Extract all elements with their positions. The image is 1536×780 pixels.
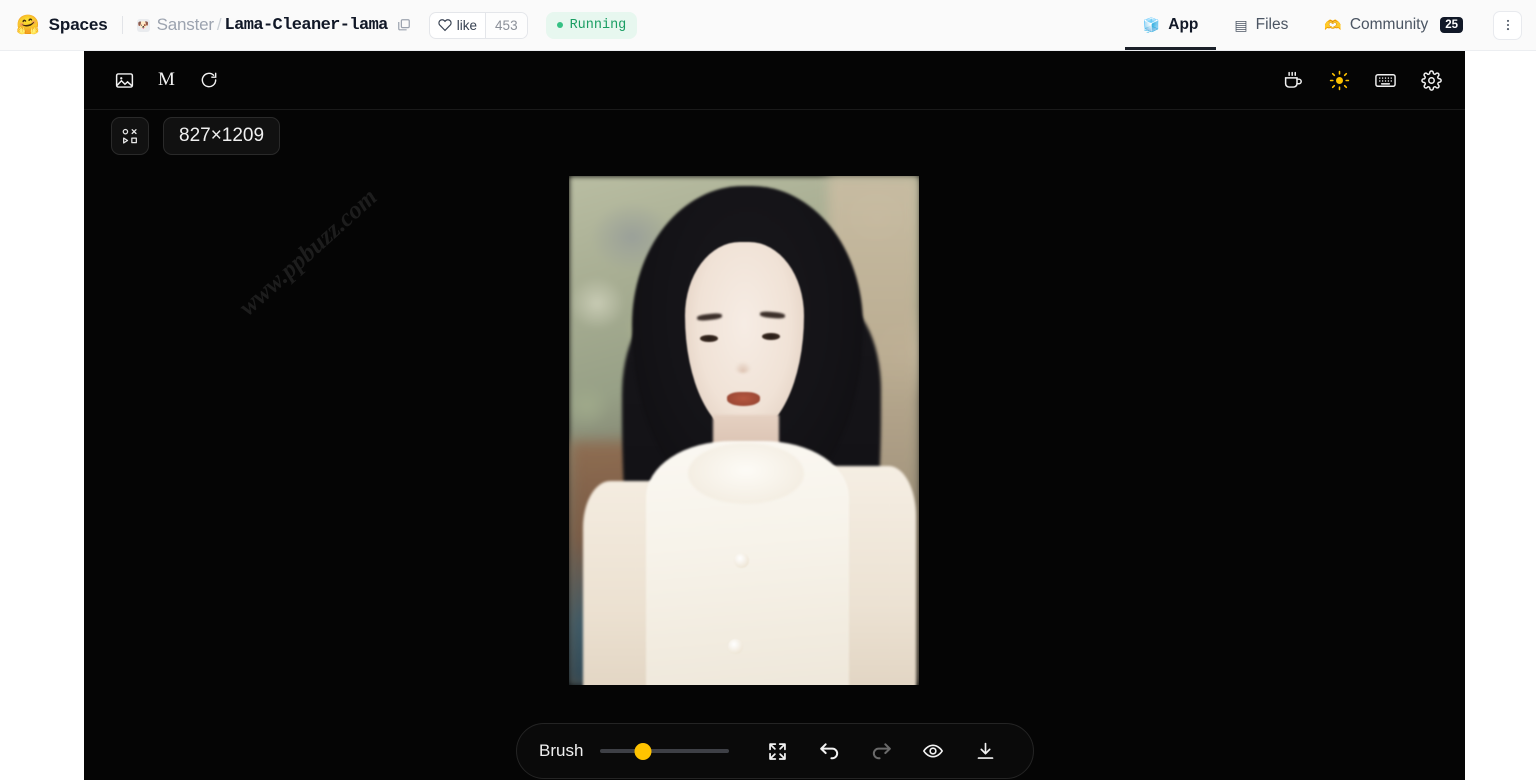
editor-actions xyxy=(751,731,1011,771)
header-divider xyxy=(121,16,123,34)
coffee-icon[interactable] xyxy=(1281,68,1305,92)
like-label: like xyxy=(456,17,478,33)
like-count[interactable]: 453 xyxy=(485,12,527,38)
undo-icon[interactable] xyxy=(803,731,855,771)
status-dot-icon xyxy=(556,22,563,28)
header-nav-tabs: 🧊 App ▤ Files 🫶 Community 25 xyxy=(1124,0,1536,50)
app-cube-icon: 🧊 xyxy=(1142,16,1161,33)
header-left-group: 🤗 Spaces 🐶 Sanster / Lama-Cleaner-lama l… xyxy=(0,11,638,39)
brush-size-slider[interactable] xyxy=(600,742,729,760)
gear-icon[interactable] xyxy=(1419,68,1443,92)
model-m-label[interactable]: M xyxy=(158,69,175,91)
status-badge: Running xyxy=(545,11,638,39)
sun-icon[interactable] xyxy=(1327,68,1351,92)
eye-icon[interactable] xyxy=(907,731,959,771)
repo-name-link[interactable]: Lama-Cleaner-lama xyxy=(225,16,389,35)
app-toolbar-left: M xyxy=(112,68,221,92)
download-icon[interactable] xyxy=(959,731,1011,771)
huggingface-header: 🤗 Spaces 🐶 Sanster / Lama-Cleaner-lama l… xyxy=(0,0,1536,51)
status-label: Running xyxy=(569,17,627,33)
shapes-grid-icon[interactable] xyxy=(111,117,149,155)
tab-community-label: Community xyxy=(1349,16,1429,33)
slider-thumb[interactable] xyxy=(634,742,652,760)
photo-scarf-knot xyxy=(688,443,804,505)
slider-track xyxy=(600,749,729,753)
tab-app-label: App xyxy=(1168,16,1199,33)
image-dimensions-badge: 827×1209 xyxy=(163,117,281,155)
portrait-photo xyxy=(569,176,919,685)
image-canvas[interactable] xyxy=(569,176,919,685)
spaces-brand-link[interactable]: Spaces xyxy=(49,15,108,35)
community-hands-icon: 🫶 xyxy=(1324,16,1342,33)
photo-lips xyxy=(726,392,760,406)
breadcrumb-separator: / xyxy=(216,15,222,34)
copy-icon[interactable] xyxy=(397,18,411,32)
tab-app[interactable]: 🧊 App xyxy=(1124,0,1217,50)
brush-label: Brush xyxy=(539,741,584,760)
tab-community[interactable]: 🫶 Community 25 xyxy=(1306,0,1481,50)
huggingface-logo-icon[interactable]: 🤗 xyxy=(16,16,40,35)
files-list-icon: ▤ xyxy=(1234,16,1248,33)
keyboard-icon[interactable] xyxy=(1373,68,1397,92)
like-button[interactable]: like xyxy=(430,13,485,38)
fullscreen-icon[interactable] xyxy=(751,731,803,771)
watermark-text: www.ppbuzz.com xyxy=(234,183,383,322)
space-app-frame: M 827×1209 www.ppbuzz.com Brush xyxy=(84,51,1465,780)
app-toolbar-right xyxy=(1281,68,1443,92)
like-group: like 453 xyxy=(428,11,528,39)
more-vertical-icon[interactable] xyxy=(1493,10,1522,40)
image-icon[interactable] xyxy=(112,68,136,92)
tab-files[interactable]: ▤ Files xyxy=(1216,0,1306,50)
owner-link[interactable]: Sanster xyxy=(157,15,214,35)
refresh-icon[interactable] xyxy=(197,68,221,92)
editor-bottom-toolbar: Brush xyxy=(516,723,1034,779)
photo-nose xyxy=(735,361,751,373)
heart-icon xyxy=(438,19,452,32)
app-toolbar: M xyxy=(84,51,1465,110)
canvas-info-row: 827×1209 xyxy=(111,117,281,155)
tab-files-label: Files xyxy=(1255,16,1289,33)
redo-icon[interactable] xyxy=(855,731,907,771)
owner-avatar[interactable]: 🐶 xyxy=(136,18,150,32)
community-count-badge: 25 xyxy=(1440,17,1463,33)
photo-button-upper xyxy=(733,552,749,568)
